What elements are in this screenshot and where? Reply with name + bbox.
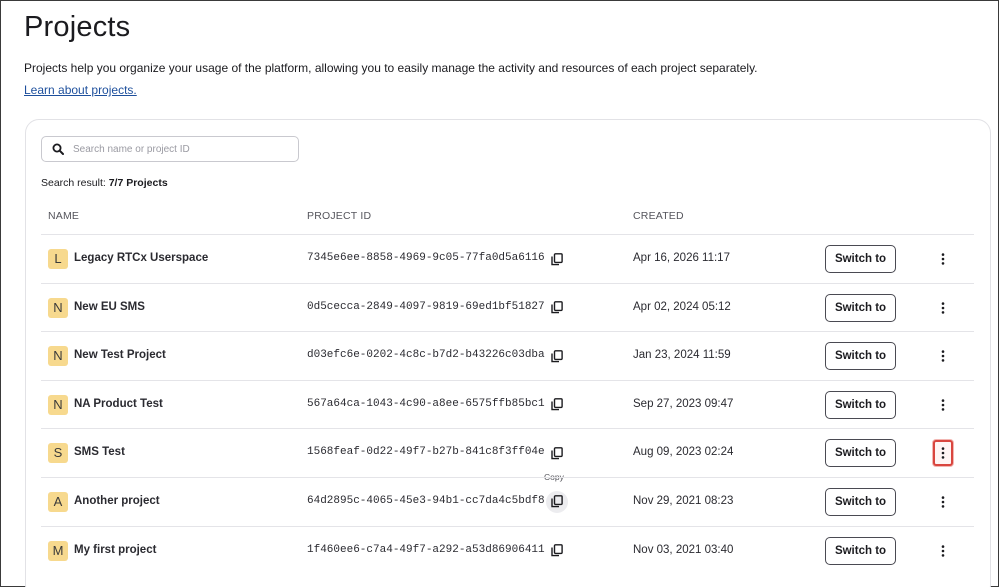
column-header-project-id: PROJECT ID <box>307 210 372 222</box>
project-id: 1568feaf-0d22-49f7-b27b-841c8f3ff04e <box>307 446 545 459</box>
search-result-count: 7/7 Projects <box>108 177 168 189</box>
more-vertical-icon <box>941 544 945 557</box>
switch-to-button[interactable]: Switch to <box>825 439 896 468</box>
page-description: Projects help you organize your usage of… <box>24 61 758 75</box>
project-avatar: M <box>48 540 68 561</box>
project-name: My first project <box>74 543 157 556</box>
more-options-button[interactable] <box>934 298 952 318</box>
more-options-button[interactable] <box>934 346 952 366</box>
project-created-date: Sep 27, 2023 09:47 <box>633 397 734 410</box>
search-icon <box>52 143 64 155</box>
search-result: Search result: 7/7 Projects <box>41 177 168 189</box>
copy-icon <box>551 252 563 265</box>
project-id: d03efc6e-0202-4c8c-b7d2-b43226c03dba <box>307 349 545 362</box>
search-input[interactable] <box>73 143 293 155</box>
column-header-created: CREATED <box>633 210 684 222</box>
project-created-date: Apr 02, 2024 05:12 <box>633 300 731 313</box>
project-id: 0d5cecca-2849-4097-9819-69ed1bf51827 <box>307 300 545 313</box>
projects-card: Search result: 7/7 Projects NAME PROJECT… <box>25 119 991 587</box>
learn-about-projects-link[interactable]: Learn about projects. <box>24 83 137 97</box>
project-avatar: S <box>48 443 68 464</box>
switch-to-button[interactable]: Switch to <box>825 342 896 371</box>
project-name: SMS Test <box>74 446 125 459</box>
switch-to-button[interactable]: Switch to <box>825 536 896 565</box>
column-header-name: NAME <box>48 210 80 222</box>
project-id: 64d2895c-4065-45e3-94b1-cc7da4c5bdf8 <box>307 494 545 507</box>
more-vertical-icon <box>941 253 945 265</box>
project-id: 567a64ca-1043-4c90-a8ee-6575ffb85bc1 <box>307 397 545 410</box>
copy-icon <box>551 495 563 508</box>
project-name: NA Product Test <box>74 397 163 410</box>
copy-button[interactable] <box>546 540 568 562</box>
copy-button[interactable] <box>546 297 568 319</box>
table-row: A Another project 64d2895c-4065-45e3-94b… <box>41 476 974 526</box>
copy-icon <box>551 301 563 314</box>
copy-button[interactable] <box>546 394 568 416</box>
copy-button[interactable] <box>546 490 568 513</box>
project-name: Legacy RTCx Userspace <box>74 252 209 264</box>
more-vertical-icon <box>941 350 945 362</box>
table-row: M My first project 1f460ee6-c7a4-49f7-a2… <box>41 525 974 575</box>
more-options-button[interactable] <box>934 492 952 512</box>
project-name: Another project <box>74 494 160 507</box>
project-created-date: Nov 29, 2021 08:23 <box>633 494 734 507</box>
more-options-button[interactable] <box>934 249 952 269</box>
copy-icon <box>551 398 563 411</box>
search-box[interactable] <box>41 136 299 162</box>
project-avatar: N <box>48 346 68 367</box>
search-result-label: Search result: <box>41 177 106 189</box>
copy-button[interactable] <box>546 442 568 464</box>
project-created-date: Jan 23, 2024 11:59 <box>633 349 731 362</box>
project-table: L Legacy RTCx Userspace 7345e6ee-8858-49… <box>41 234 974 574</box>
project-avatar: N <box>48 394 68 415</box>
copy-icon <box>551 349 563 362</box>
table-row: N New EU SMS 0d5cecca-2849-4097-9819-69e… <box>41 282 974 332</box>
more-vertical-icon <box>941 301 945 314</box>
table-row: N NA Product Test 567a64ca-1043-4c90-a8e… <box>41 379 974 429</box>
page-title: Projects <box>24 11 131 43</box>
project-avatar: N <box>48 297 68 318</box>
copy-button[interactable] <box>546 248 568 270</box>
project-id: 7345e6ee-8858-4969-9c05-77fa0d5a6116 <box>307 252 545 264</box>
table-row: L Legacy RTCx Userspace 7345e6ee-8858-49… <box>41 234 974 283</box>
project-created-date: Apr 16, 2026 11:17 <box>633 252 730 264</box>
switch-to-button[interactable]: Switch to <box>825 293 896 322</box>
more-options-button[interactable] <box>934 395 952 415</box>
project-avatar: L <box>48 249 68 269</box>
project-created-date: Nov 03, 2021 03:40 <box>633 543 734 556</box>
more-vertical-icon <box>941 447 945 460</box>
more-vertical-icon <box>941 496 945 508</box>
table-row: S SMS Test 1568feaf-0d22-49f7-b27b-841c8… <box>41 428 974 484</box>
copy-icon <box>551 446 563 460</box>
more-options-button[interactable] <box>934 541 952 561</box>
project-created-date: Aug 09, 2023 02:24 <box>633 446 734 459</box>
project-name: New Test Project <box>74 349 166 362</box>
switch-to-button[interactable]: Switch to <box>825 245 896 273</box>
switch-to-button[interactable]: Switch to <box>825 390 896 419</box>
copy-icon <box>551 544 563 557</box>
more-options-button[interactable] <box>933 440 953 467</box>
switch-to-button[interactable]: Switch to <box>825 487 896 516</box>
copy-button[interactable] <box>546 345 568 367</box>
more-vertical-icon <box>941 399 945 411</box>
project-name: New EU SMS <box>74 300 145 313</box>
project-avatar: A <box>48 491 68 512</box>
table-row: N New Test Project d03efc6e-0202-4c8c-b7… <box>41 331 974 380</box>
project-id: 1f460ee6-c7a4-49f7-a292-a53d86906411 <box>307 543 545 556</box>
